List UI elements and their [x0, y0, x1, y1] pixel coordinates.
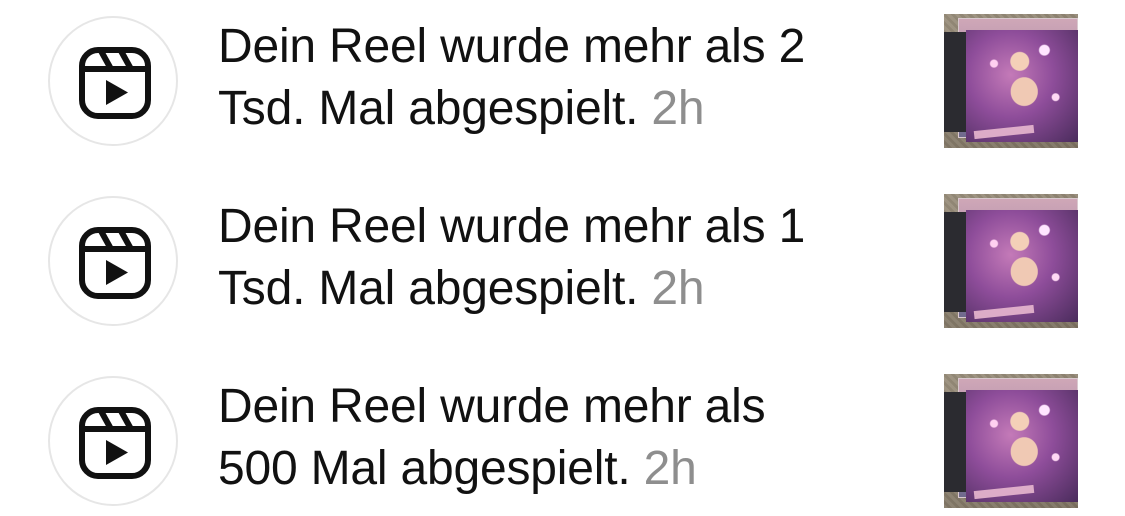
- notification-text-line2: Tsd. Mal abgespielt.: [218, 262, 639, 315]
- reels-avatar[interactable]: [48, 376, 178, 506]
- notification-text-line2: Tsd. Mal abgespielt.: [218, 82, 639, 135]
- reel-thumbnail[interactable]: [944, 194, 1078, 328]
- notification-text-line2: 500 Mal abgespielt.: [218, 442, 631, 495]
- notification-text-line1: Dein Reel wurde mehr als 1: [218, 200, 806, 253]
- notification-text-line1: Dein Reel wurde mehr als 2: [218, 20, 806, 73]
- notification-text: Dein Reel wurde mehr als 2 Tsd. Mal abge…: [218, 16, 908, 140]
- notification-row[interactable]: Dein Reel wurde mehr als 1 Tsd. Mal abge…: [0, 186, 1125, 336]
- reels-avatar[interactable]: [48, 196, 178, 326]
- notification-list: Dein Reel wurde mehr als 2 Tsd. Mal abge…: [0, 0, 1125, 511]
- notification-timestamp: 2h: [643, 442, 697, 495]
- reels-avatar[interactable]: [48, 16, 178, 146]
- notification-text-line1: Dein Reel wurde mehr als: [218, 380, 766, 433]
- reels-icon: [79, 227, 151, 299]
- notification-timestamp: 2h: [651, 82, 705, 135]
- reels-icon: [79, 407, 151, 479]
- notification-row[interactable]: Dein Reel wurde mehr als 500 Mal abgespi…: [0, 366, 1125, 516]
- notification-timestamp: 2h: [651, 262, 705, 315]
- reels-icon: [79, 47, 151, 119]
- reel-thumbnail[interactable]: [944, 374, 1078, 508]
- reel-thumbnail[interactable]: [944, 14, 1078, 148]
- notification-text: Dein Reel wurde mehr als 1 Tsd. Mal abge…: [218, 196, 908, 320]
- notification-text: Dein Reel wurde mehr als 500 Mal abgespi…: [218, 376, 908, 500]
- notification-row[interactable]: Dein Reel wurde mehr als 2 Tsd. Mal abge…: [0, 6, 1125, 156]
